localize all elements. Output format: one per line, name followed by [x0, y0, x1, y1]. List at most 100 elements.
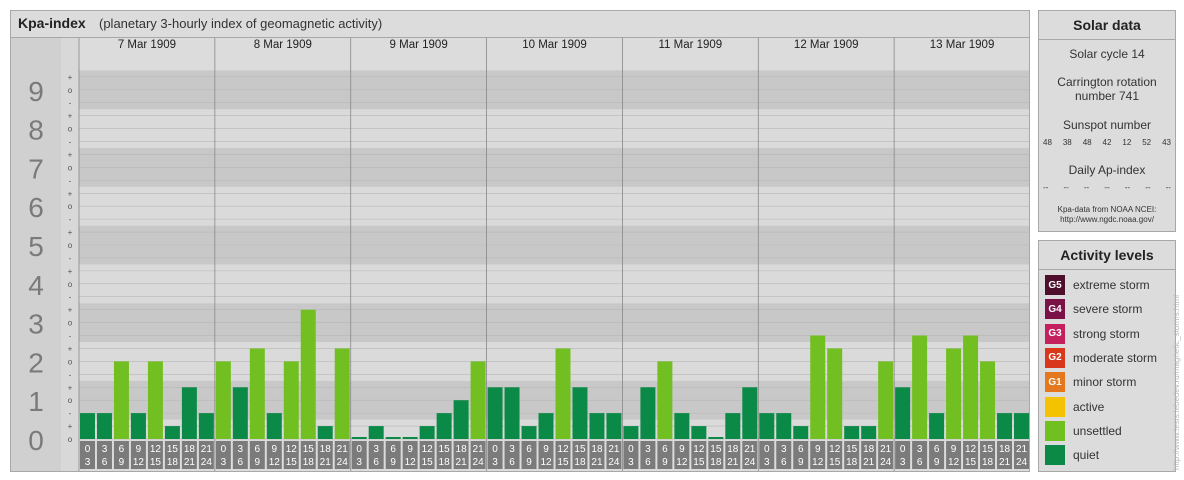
kp-bar: [300, 309, 316, 439]
interval-end-label: 24: [337, 457, 349, 468]
y-subtick-label: o: [68, 86, 73, 95]
kp-bar: [351, 437, 367, 439]
interval-start-label: 6: [255, 444, 261, 455]
interval-end-label: 18: [574, 457, 586, 468]
interval-end-label: 18: [710, 457, 722, 468]
interval-start-label: 3: [917, 444, 923, 455]
sunspot-values: 48 38 48 42 12 52 43: [1043, 138, 1171, 147]
interval-end-label: 12: [812, 457, 824, 468]
interval-start-label: 3: [781, 444, 787, 455]
kpa-chart-panel: 0 1 2 3 4 5 6 7 8 9 o + - o + - o + - o + - o + - o + - o + - o + - o + - o +7…: [10, 10, 1030, 472]
interval-start-label: 18: [320, 444, 332, 455]
interval-end-label: 12: [133, 457, 145, 468]
interval-start-label: 12: [422, 444, 434, 455]
interval-end-label: 24: [473, 457, 485, 468]
kp-bar: [470, 361, 486, 439]
interval-end-label: 12: [948, 457, 960, 468]
interval-end-label: 15: [150, 457, 162, 468]
interval-end-label: 6: [781, 457, 787, 468]
solar-data-title: Solar data: [1039, 11, 1175, 40]
kp-bar: [589, 413, 605, 439]
activity-level-label: moderate storm: [1073, 350, 1158, 365]
interval-start-label: 6: [119, 444, 125, 455]
interval-start-label: 0: [356, 444, 362, 455]
interval-start-label: 0: [764, 444, 770, 455]
interval-start-label: 6: [934, 444, 940, 455]
sunspot-value: 12: [1122, 138, 1132, 147]
y-subtick-label: -: [69, 99, 72, 108]
kp-bar: [521, 426, 537, 439]
interval-start-label: 15: [982, 444, 994, 455]
kp-bar: [1014, 413, 1029, 439]
interval-start-label: 3: [102, 444, 108, 455]
activity-level-item: G2 moderate storm: [1045, 347, 1158, 368]
activity-level-label: unsettled: [1073, 423, 1122, 438]
y-subtick-label: -: [69, 409, 72, 418]
day-label: 13 Mar 1909: [930, 39, 995, 51]
kp-bar: [130, 413, 146, 439]
day-label: 9 Mar 1909: [390, 39, 448, 51]
interval-start-label: 9: [951, 444, 957, 455]
interval-end-label: 15: [829, 457, 841, 468]
interval-end-label: 21: [591, 457, 603, 468]
kp-bar: [249, 348, 265, 439]
activity-level-swatch: G4: [1045, 299, 1065, 320]
activity-level-item: active: [1045, 396, 1104, 417]
interval-end-label: 18: [439, 457, 451, 468]
kp-bar: [504, 387, 520, 439]
activity-level-label: extreme storm: [1073, 278, 1150, 292]
kp-bar: [861, 426, 877, 439]
ap-index-values: -- -- -- -- -- -- --: [1043, 183, 1171, 192]
interval-end-label: 18: [167, 457, 179, 468]
kp-bar: [708, 437, 724, 439]
activity-level-label: minor storm: [1073, 375, 1137, 390]
kp-bar: [657, 361, 673, 439]
y-subtick-label: o: [68, 396, 73, 405]
interval-end-label: 3: [764, 457, 770, 468]
data-credit-link[interactable]: http://www.ngdc.noaa.gov/: [1039, 215, 1175, 225]
sunspot-value: 48: [1082, 138, 1092, 147]
kp-bar: [334, 348, 350, 439]
activity-level-swatch: G3: [1045, 323, 1065, 344]
interval-start-label: 6: [390, 444, 396, 455]
interval-end-label: 24: [201, 457, 213, 468]
interval-end-label: 9: [662, 457, 668, 468]
interval-start-label: 3: [509, 444, 515, 455]
interval-end-label: 15: [286, 457, 298, 468]
ap-index-value: --: [1063, 183, 1069, 192]
kp-bar: [436, 413, 452, 439]
kp-bar: [80, 413, 95, 439]
day-label: 8 Mar 1909: [254, 39, 312, 51]
interval-start-label: 12: [286, 444, 298, 455]
kp-bar: [623, 426, 639, 439]
interval-start-label: 12: [693, 444, 705, 455]
interval-start-label: 0: [492, 444, 498, 455]
interval-start-label: 12: [829, 444, 841, 455]
y-subtick-label: +: [68, 344, 73, 353]
interval-start-label: 9: [679, 444, 685, 455]
kp-bar: [895, 387, 911, 439]
kp-bar: [606, 413, 622, 439]
ap-index-value: --: [1145, 183, 1151, 192]
y-subtick-label: +: [68, 228, 73, 237]
activity-level-swatch: [1045, 420, 1065, 441]
y-subtick-label: -: [69, 176, 72, 185]
interval-end-label: 6: [917, 457, 923, 468]
ap-index-title: Daily Ap-index: [1068, 163, 1146, 177]
kp-bar: [266, 413, 282, 439]
interval-end-label: 18: [303, 457, 315, 468]
interval-start-label: 15: [303, 444, 315, 455]
interval-start-label: 3: [238, 444, 244, 455]
interval-end-label: 21: [727, 457, 739, 468]
interval-start-label: 18: [591, 444, 603, 455]
kp-bar: [725, 413, 741, 439]
activity-level-item: G3 strong storm: [1045, 323, 1140, 344]
interval-end-label: 9: [934, 457, 940, 468]
ap-index-value: --: [1043, 183, 1049, 192]
activity-level-swatch: G5: [1045, 275, 1065, 295]
interval-end-label: 3: [492, 457, 498, 468]
day-label: 12 Mar 1909: [794, 39, 859, 51]
y-tick-label: 2: [28, 347, 44, 378]
y-tick-label: 1: [28, 386, 44, 417]
ap-index-value: --: [1083, 183, 1090, 192]
